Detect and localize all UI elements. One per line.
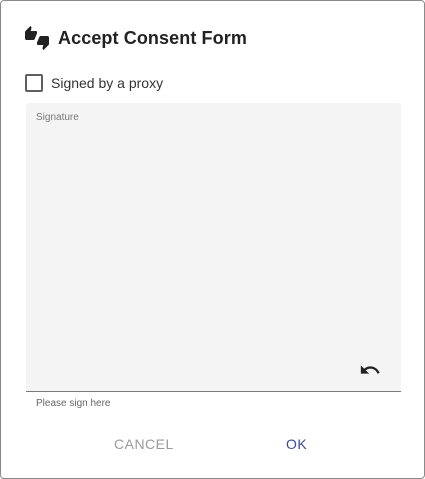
proxy-checkbox-label[interactable]: Signed by a proxy xyxy=(51,75,163,91)
dialog-title: Accept Consent Form xyxy=(58,27,247,48)
ok-button[interactable]: OK xyxy=(278,431,315,457)
signature-pad[interactable]: Signature xyxy=(26,103,401,392)
cancel-button[interactable]: CANCEL xyxy=(106,431,182,457)
signature-label: Signature xyxy=(36,112,79,123)
undo-button[interactable] xyxy=(357,361,383,383)
thumbs-up-down-icon xyxy=(25,26,49,50)
proxy-checkbox-row[interactable]: Signed by a proxy xyxy=(25,73,163,93)
proxy-checkbox[interactable] xyxy=(25,74,43,92)
signature-helper-text: Please sign here xyxy=(36,398,111,409)
dialog-header: Accept Consent Form xyxy=(25,25,247,51)
consent-dialog: Accept Consent Form Signed by a proxy Si… xyxy=(0,0,425,479)
dialog-actions: CANCEL OK xyxy=(1,431,424,457)
undo-icon xyxy=(359,359,381,386)
